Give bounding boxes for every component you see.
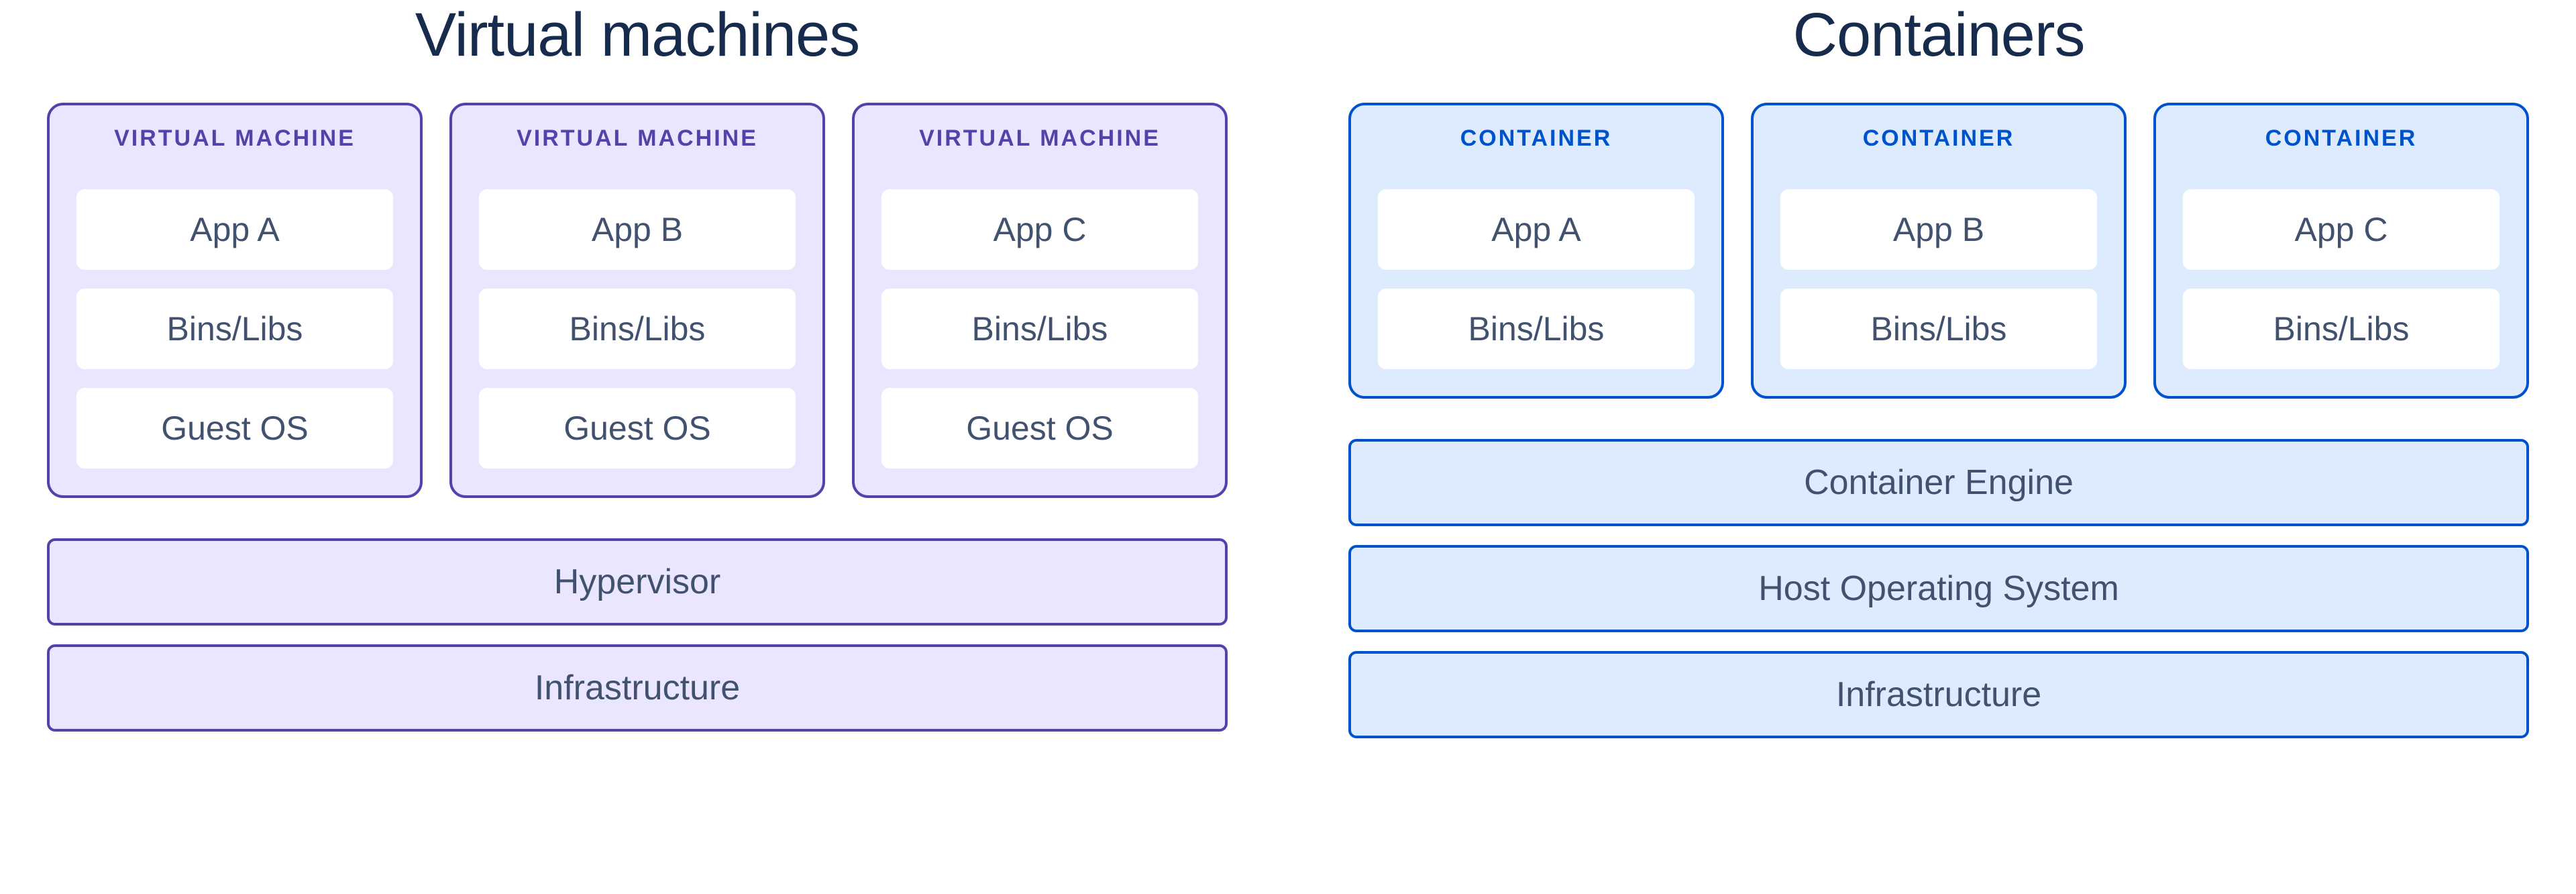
- container-box-label: CONTAINER: [1780, 126, 2097, 152]
- vm-box-1: VIRTUAL MACHINE App B Bins/Libs Guest OS: [449, 103, 825, 498]
- containers-column: Containers CONTAINER App A Bins/Libs CON…: [1348, 0, 2529, 738]
- vm-stack: Hypervisor Infrastructure: [47, 538, 1228, 732]
- vm-hypervisor-layer: Hypervisor: [47, 538, 1228, 626]
- containers-stack: Container Engine Host Operating System I…: [1348, 439, 2529, 738]
- vm-box-label: VIRTUAL MACHINE: [479, 126, 796, 152]
- vm-0-bins: Bins/Libs: [76, 289, 393, 369]
- ct-2-bins: Bins/Libs: [2183, 289, 2500, 369]
- vm-1-app: App B: [479, 189, 796, 270]
- host-os-layer: Host Operating System: [1348, 545, 2529, 632]
- vm-boxes-row: VIRTUAL MACHINE App A Bins/Libs Guest OS…: [47, 103, 1228, 498]
- container-box-1: CONTAINER App B Bins/Libs: [1751, 103, 2127, 399]
- ct-0-bins: Bins/Libs: [1378, 289, 1695, 369]
- container-box-0: CONTAINER App A Bins/Libs: [1348, 103, 1724, 399]
- vm-box-label: VIRTUAL MACHINE: [881, 126, 1198, 152]
- vm-2-bins: Bins/Libs: [881, 289, 1198, 369]
- vm-2-app: App C: [881, 189, 1198, 270]
- vm-title: Virtual machines: [47, 0, 1228, 70]
- vm-column: Virtual machines VIRTUAL MACHINE App A B…: [47, 0, 1228, 738]
- vm-box-label: VIRTUAL MACHINE: [76, 126, 393, 152]
- diagram-root: Virtual machines VIRTUAL MACHINE App A B…: [27, 0, 2549, 738]
- container-box-label: CONTAINER: [2183, 126, 2500, 152]
- ct-2-app: App C: [2183, 189, 2500, 270]
- containers-infrastructure-layer: Infrastructure: [1348, 651, 2529, 738]
- containers-boxes-row: CONTAINER App A Bins/Libs CONTAINER App …: [1348, 103, 2529, 399]
- vm-0-os: Guest OS: [76, 388, 393, 468]
- ct-1-app: App B: [1780, 189, 2097, 270]
- container-box-label: CONTAINER: [1378, 126, 1695, 152]
- vm-box-2: VIRTUAL MACHINE App C Bins/Libs Guest OS: [852, 103, 1228, 498]
- vm-1-os: Guest OS: [479, 388, 796, 468]
- ct-1-bins: Bins/Libs: [1780, 289, 2097, 369]
- vm-1-bins: Bins/Libs: [479, 289, 796, 369]
- vm-box-0: VIRTUAL MACHINE App A Bins/Libs Guest OS: [47, 103, 423, 498]
- vm-infrastructure-layer: Infrastructure: [47, 644, 1228, 732]
- vm-2-os: Guest OS: [881, 388, 1198, 468]
- containers-title: Containers: [1348, 0, 2529, 70]
- container-box-2: CONTAINER App C Bins/Libs: [2153, 103, 2529, 399]
- ct-0-app: App A: [1378, 189, 1695, 270]
- vm-0-app: App A: [76, 189, 393, 270]
- container-engine-layer: Container Engine: [1348, 439, 2529, 526]
